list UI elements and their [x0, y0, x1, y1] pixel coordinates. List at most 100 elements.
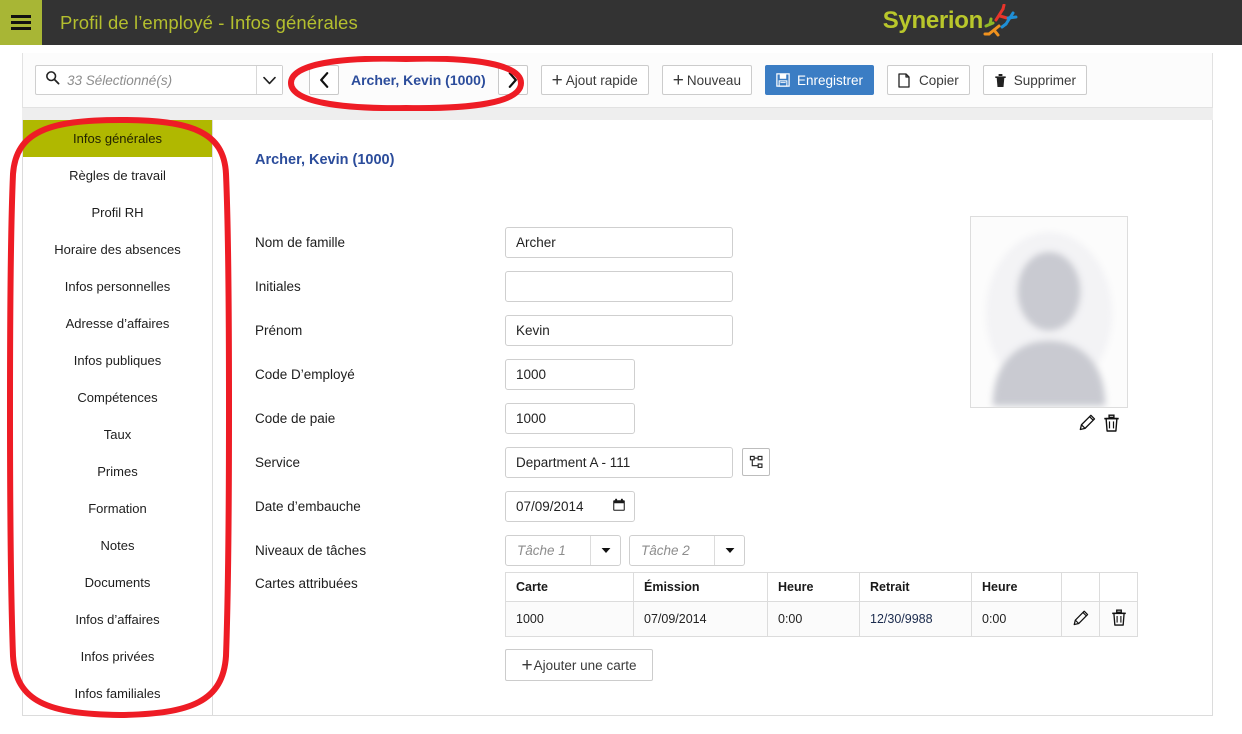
cell-heure-2[interactable]: 0:00 [971, 601, 1062, 637]
column-header-emission: Émission [633, 572, 768, 602]
search-dropdown-button[interactable] [256, 66, 282, 94]
sidebar-item-infos-generales[interactable]: Infos générales [23, 120, 212, 157]
tache-1-value: Tâche 1 [517, 542, 566, 558]
new-label: Nouveau [686, 72, 741, 88]
niveaux-taches-label: Niveaux de tâches [255, 542, 367, 558]
prenom-field[interactable]: Kevin [505, 314, 733, 346]
sidebar-item-label: Règles de travail [69, 168, 166, 183]
sidebar-item-infos-publiques[interactable]: Infos publiques [23, 342, 212, 379]
code-paie-field[interactable]: 1000 [505, 402, 635, 434]
form-row-service: Service Department A - 111 [255, 440, 770, 484]
sidebar-item-infos-daffaires[interactable]: Infos d’affaires [23, 601, 212, 638]
profile-main-panel: Archer, Kevin (1000) Nom de famille Arch… [212, 120, 1213, 716]
plus-icon: + [521, 654, 533, 676]
save-button[interactable]: Enregistrer [764, 65, 874, 95]
sidebar-item-label: Profil RH [91, 205, 144, 220]
cell-heure-1[interactable]: 0:00 [767, 601, 860, 637]
record-title: Archer, Kevin (1000) [255, 152, 395, 168]
column-header-retrait: Retrait [859, 572, 972, 602]
sidebar-item-label: Infos personnelles [64, 279, 171, 294]
column-header-carte: Carte [505, 572, 634, 602]
prenom-label: Prénom [255, 322, 303, 338]
app-header: Profil de l’employé - Infos générales Sy… [0, 0, 1242, 45]
date-embauche-field[interactable]: 07/09/2014 [505, 490, 635, 522]
sidebar-item-label: Infos privées [80, 649, 155, 664]
date-embauche-value: 07/09/2014 [516, 498, 584, 514]
column-header-heure-2: Heure [971, 572, 1062, 602]
sidebar-item-label: Adresse d’affaires [65, 316, 170, 331]
sidebar-item-label: Compétences [77, 390, 158, 405]
form-row-nom: Nom de famille Archer [255, 220, 770, 264]
employee-photo[interactable] [970, 216, 1128, 408]
sidebar-item-infos-familiales[interactable]: Infos familiales [23, 675, 212, 712]
sidebar-item-label: Infos d’affaires [75, 612, 160, 627]
table-row[interactable]: 1000 07/09/2014 0:00 12/30/9988 0:00 [505, 601, 1138, 637]
form-row-initiales: Initiales [255, 264, 770, 308]
nom-field[interactable]: Archer [505, 226, 733, 258]
sidebar-item-label: Documents [84, 575, 151, 590]
cards-section-label: Cartes attribuées [255, 576, 358, 591]
new-button[interactable]: + Nouveau [661, 65, 752, 95]
photo-edit-button[interactable] [1079, 414, 1096, 432]
quick-add-button[interactable]: + Ajout rapide [540, 65, 649, 95]
add-card-button[interactable]: + Ajouter une carte [505, 649, 653, 681]
initiales-label: Initiales [255, 278, 301, 294]
chevron-down-icon[interactable] [590, 535, 620, 565]
sidebar-item-infos-personnelles[interactable]: Infos personnelles [23, 268, 212, 305]
page-title: Profil de l’employé - Infos générales [60, 11, 358, 33]
search-input[interactable]: 33 Sélectionné(s) [67, 73, 256, 88]
sidebar-item-infos-privees[interactable]: Infos privées [23, 638, 212, 675]
sidebar-item-label: Notes [100, 538, 135, 553]
tache-2-dropdown[interactable]: Tâche 2 [629, 534, 745, 566]
service-field[interactable]: Department A - 111 [505, 446, 733, 478]
tache-1-dropdown[interactable]: Tâche 1 [505, 534, 621, 566]
column-header-delete [1099, 572, 1138, 602]
save-icon [776, 73, 790, 87]
quick-add-label: Ajout rapide [565, 72, 638, 88]
calendar-icon[interactable] [612, 498, 626, 515]
row-delete-button[interactable] [1099, 601, 1138, 637]
sidebar-item-competences[interactable]: Compétences [23, 379, 212, 416]
assigned-cards-table: Carte Émission Heure Retrait Heure 1000 … [505, 572, 1138, 637]
sidebar-item-adresse-daffaires[interactable]: Adresse d’affaires [23, 305, 212, 342]
form-row-date-embauche: Date d’embauche 07/09/2014 [255, 484, 770, 528]
sidebar-item-regles-de-travail[interactable]: Règles de travail [23, 157, 212, 194]
service-org-chart-button[interactable] [742, 448, 770, 476]
trash-icon [1111, 609, 1126, 626]
delete-button[interactable]: Supprimer [982, 65, 1088, 95]
pencil-icon [1073, 610, 1088, 625]
cards-section: Carte Émission Heure Retrait Heure 1000 … [505, 572, 1138, 681]
sidebar-item-taux[interactable]: Taux [23, 416, 212, 453]
code-employe-field[interactable]: 1000 [505, 358, 635, 390]
photo-delete-button[interactable] [1103, 414, 1120, 432]
initiales-field[interactable] [505, 270, 733, 302]
row-edit-button[interactable] [1061, 601, 1100, 637]
cell-emission[interactable]: 07/09/2014 [633, 601, 768, 637]
employee-search-box[interactable]: 33 Sélectionné(s) [35, 65, 283, 95]
chevron-down-icon[interactable] [714, 535, 744, 565]
sidebar-item-label: Primes [97, 464, 138, 479]
synerion-logo: Synerion [882, 4, 1020, 40]
copy-button[interactable]: Copier [886, 65, 970, 95]
person-avatar-icon [971, 222, 1127, 406]
hamburger-menu-button[interactable] [0, 0, 42, 45]
sidebar-item-notes[interactable]: Notes [23, 527, 212, 564]
sidebar-item-horaire-des-absences[interactable]: Horaire des absences [23, 231, 212, 268]
sidebar-item-formation[interactable]: Formation [23, 490, 212, 527]
code-paie-label: Code de paie [255, 410, 336, 426]
sidebar-item-label: Taux [103, 427, 132, 442]
next-employee-button[interactable] [497, 65, 528, 95]
sidebar-item-label: Infos familiales [74, 686, 161, 701]
sidebar-item-primes[interactable]: Primes [23, 453, 212, 490]
form-row-code-paie: Code de paie 1000 [255, 396, 770, 440]
previous-employee-button[interactable] [309, 65, 339, 95]
logo-text: Synerion [882, 7, 984, 34]
cell-retrait[interactable]: 12/30/9988 [859, 601, 972, 637]
sidebar-item-documents[interactable]: Documents [23, 564, 212, 601]
delete-label: Supprimer [1013, 72, 1077, 88]
photo-action-bar [970, 414, 1128, 432]
hamburger-icon [11, 12, 31, 34]
plus-icon: + [672, 69, 684, 91]
sidebar-item-profil-rh[interactable]: Profil RH [23, 194, 212, 231]
cell-carte[interactable]: 1000 [505, 601, 634, 637]
